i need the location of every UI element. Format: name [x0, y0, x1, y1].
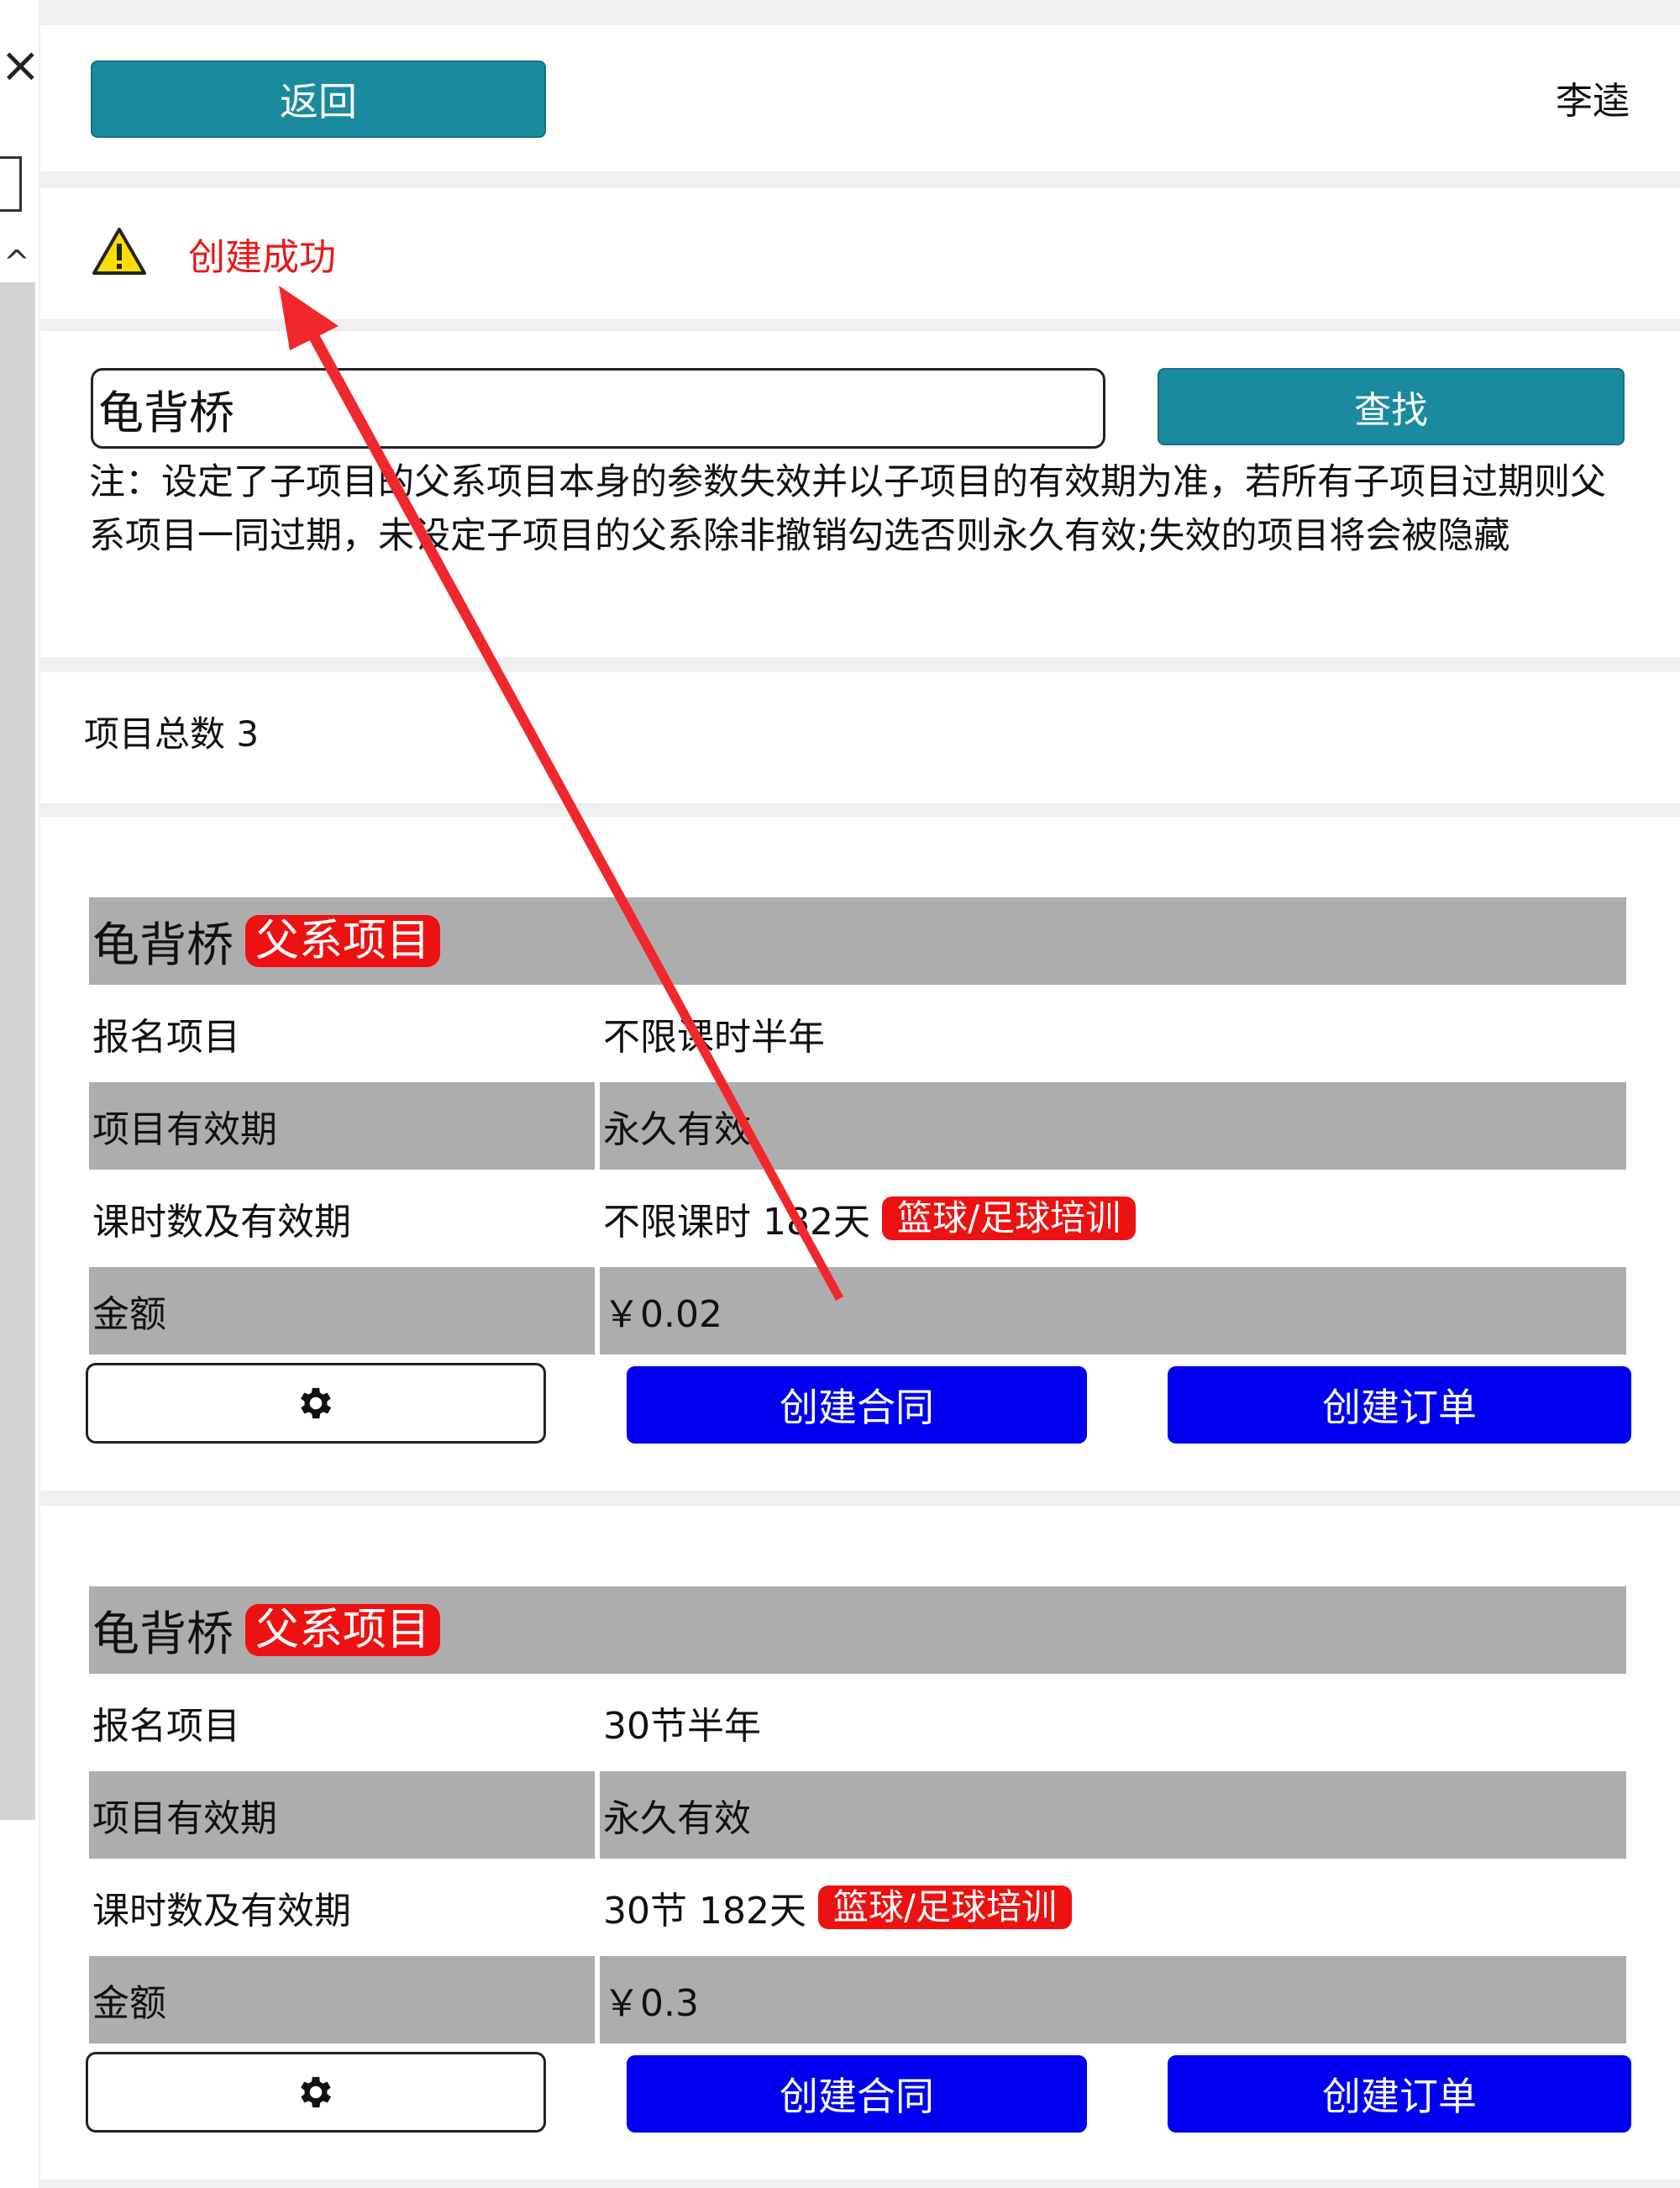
table-row: 项目有效期 永久有效 [89, 1771, 1626, 1859]
row-label: 报名项目 [92, 1016, 240, 1059]
note-text: 注：设定了子项目的父系项目本身的参数失效并以子项目的有效期为准，若所有子项目过期… [89, 461, 1606, 557]
scrollbar-track[interactable] [0, 282, 35, 1820]
row-value: 不限课时半年 [603, 1016, 825, 1059]
settings-button[interactable] [86, 1363, 546, 1444]
settings-button[interactable] [86, 2052, 546, 2133]
parent-project-badge: 父系项目 [245, 915, 441, 967]
row-label: 金额 [89, 1267, 595, 1354]
table-row: 课时数及有效期 不限课时 182天 篮球/足球培训 [89, 1175, 1626, 1262]
row-value: ￥0.02 [600, 1267, 1626, 1354]
back-button[interactable]: 返回 [91, 60, 546, 138]
gear-icon [301, 2076, 332, 2108]
table-row: 报名项目 不限课时半年 [89, 990, 1626, 1077]
username: 李逵 [1556, 80, 1630, 123]
table-row: 课时数及有效期 30节 182天 篮球/足球培训 [89, 1864, 1626, 1951]
card-title-row: 龟背桥 父系项目 [89, 897, 1626, 985]
row-value: 30节半年 [603, 1705, 761, 1748]
close-icon[interactable]: × [0, 40, 41, 89]
adjacent-window-strip: × ^ [0, 0, 41, 2188]
row-value-text: 不限课时 182天 [603, 1201, 870, 1244]
table-row: 报名项目 30节半年 [89, 1679, 1626, 1766]
project-count: 项目总数 3 [84, 713, 260, 755]
create-contract-button[interactable]: 创建合同 [627, 1366, 1087, 1444]
row-value: 不限课时 182天 篮球/足球培训 [600, 1175, 1626, 1262]
category-tag: 篮球/足球培训 [881, 1197, 1137, 1240]
row-value: ￥0.3 [600, 1956, 1626, 2043]
card-title: 龟背桥 [92, 918, 234, 973]
row-value: 永久有效 [600, 1082, 1626, 1170]
parent-project-badge: 父系项目 [245, 1604, 441, 1656]
row-value: 30节 182天 篮球/足球培训 [600, 1864, 1626, 1951]
table-row: 金额 ￥0.3 [89, 1956, 1626, 2043]
gear-icon [301, 1387, 332, 1419]
row-value: 永久有效 [600, 1771, 1626, 1859]
main-content: 返回 李逵 创建成功 查找 注：设定了子项目的父系项目本身的参数失效并以子项目的… [40, 12, 1680, 2188]
card-title-row: 龟背桥 父系项目 [89, 1586, 1626, 1674]
row-label: 课时数及有效期 [92, 1890, 351, 1933]
card-title: 龟背桥 [92, 1607, 234, 1662]
row-label: 课时数及有效期 [92, 1201, 351, 1244]
row-label: 项目有效期 [89, 1082, 595, 1170]
chevron-up-icon[interactable]: ^ [3, 244, 30, 281]
checkbox-fragment [0, 156, 22, 212]
row-label: 项目有效期 [89, 1771, 595, 1859]
create-order-button[interactable]: 创建订单 [1168, 1366, 1631, 1444]
create-contract-button[interactable]: 创建合同 [627, 2055, 1087, 2133]
table-row: 金额 ￥0.02 [89, 1267, 1626, 1354]
category-tag: 篮球/足球培训 [817, 1886, 1073, 1929]
search-button[interactable]: 查找 [1158, 368, 1625, 445]
row-value-text: 30节 182天 [603, 1890, 806, 1933]
alert-message: 创建成功 [188, 236, 336, 279]
create-order-button[interactable]: 创建订单 [1168, 2055, 1631, 2133]
row-label: 报名项目 [92, 1705, 240, 1748]
search-input[interactable] [91, 368, 1105, 449]
table-row: 项目有效期 永久有效 [89, 1082, 1626, 1170]
summary-panel [40, 672, 1680, 803]
warning-triangle-icon [92, 228, 146, 275]
row-label: 金额 [89, 1956, 595, 2043]
